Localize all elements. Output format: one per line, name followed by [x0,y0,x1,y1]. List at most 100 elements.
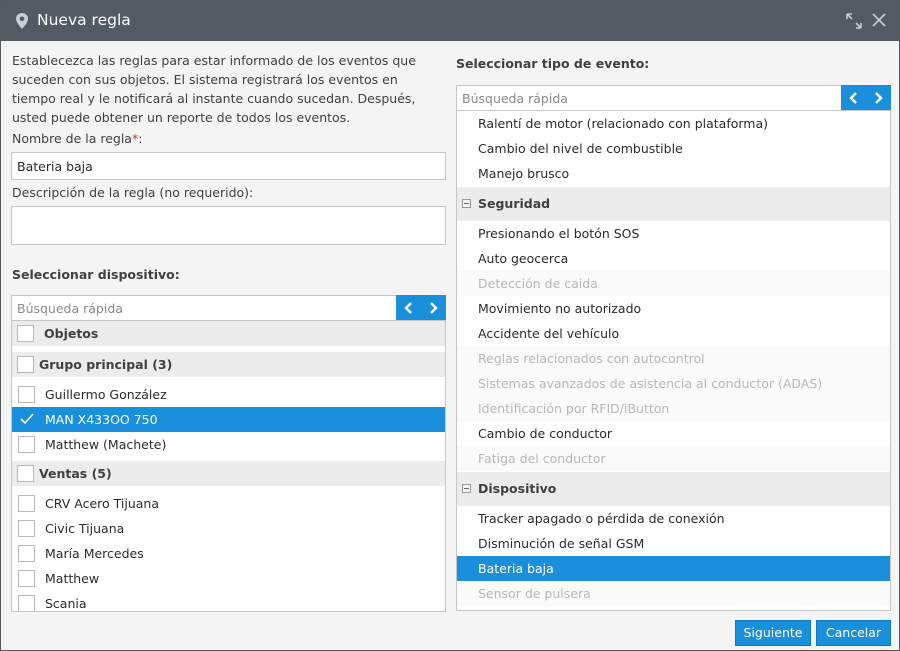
event-row[interactable]: Tracker apagado o pérdida de conexión [457,506,890,531]
event-label: Movimiento no autorizado [478,301,642,316]
device-list: Objetos Grupo principal (3) Guillermo Go… [11,320,446,612]
collapse-minus-icon[interactable] [462,199,471,208]
device-label: MAN X433OO 750 [45,412,158,427]
event-search-input[interactable] [457,86,842,110]
device-label: Guillermo González [45,387,167,402]
cancel-button[interactable]: Cancelar [816,620,891,646]
device-checkbox[interactable] [18,436,35,453]
event-label: Presionando el botón SOS [478,226,640,241]
device-checkbox[interactable] [18,545,35,562]
map-pin-icon [16,13,28,29]
device-row[interactable]: CRV Acero Tijuana [12,491,445,516]
event-label: Cambio de conductor [478,426,613,441]
event-row-disabled: Sensor de pulsera [457,581,890,606]
event-row[interactable]: Cambio de conductor [457,421,890,446]
maximize-icon[interactable] [846,13,862,29]
event-row-selected[interactable]: Bateria baja [457,556,890,581]
device-section-title: Seleccionar dispositivo: [12,267,180,282]
event-label: Sistemas avanzados de asistencia al cond… [478,376,823,391]
event-search [456,85,891,111]
event-row[interactable]: Cambio del nivel de combustible [457,136,890,161]
event-prev-button[interactable] [841,85,866,111]
event-row-disabled: Sistemas avanzados de asistencia al cond… [457,371,890,396]
event-label: Bateria baja [478,561,554,576]
device-row[interactable]: María Mercedes [12,541,445,566]
device-label: María Mercedes [45,546,144,561]
objects-header-label: Objetos [44,326,99,341]
event-label: Disminución de señal GSM [478,536,645,551]
event-label: Sensor de pulsera [478,586,591,601]
event-group-row[interactable]: Dispositivo [457,472,890,506]
device-search-input[interactable] [12,296,397,320]
group-checkbox[interactable] [17,465,34,482]
device-row[interactable]: Civic Tijuana [12,516,445,541]
event-row-disabled: Detección de caida [457,271,890,296]
event-list: Ralentí de motor (relacionado con plataf… [456,110,891,611]
group-checkbox[interactable] [17,356,34,373]
device-row-selected[interactable]: MAN X433OO 750 [12,407,445,432]
select-all-checkbox[interactable] [17,325,34,342]
chevron-left-icon [404,302,412,314]
device-checkbox[interactable] [18,595,35,611]
rule-description-input[interactable] [11,206,446,245]
device-nav-buttons [396,295,446,321]
device-checkbox[interactable] [18,570,35,587]
event-group-label: Seguridad [478,196,551,211]
intro-text: Establecezca las reglas para estar infor… [12,53,416,125]
event-group-label: Dispositivo [478,481,557,496]
event-row-disabled: Reglas relacionados con autocontrol [457,346,890,371]
event-label: Accidente del vehículo [478,326,620,341]
checkmark-icon[interactable] [20,413,34,425]
device-row[interactable]: Matthew [12,566,445,591]
chevron-right-icon [430,302,438,314]
device-checkbox[interactable] [18,495,35,512]
event-row[interactable]: Accidente del vehículo [457,321,890,346]
chevron-left-icon [849,92,857,104]
event-label: Identificación por RFID/iButton [478,401,670,416]
device-row[interactable]: Scania [12,591,445,611]
device-prev-button[interactable] [396,295,421,321]
device-list-header: Objetos [12,321,445,346]
device-label: Civic Tijuana [45,521,125,536]
device-row[interactable]: Matthew (Machete) [12,432,445,457]
event-row-disabled: Identificación por RFID/iButton [457,396,890,421]
device-label: Matthew (Machete) [45,437,167,452]
event-label: Tracker apagado o pérdida de conexión [478,511,725,526]
event-row[interactable]: Manejo brusco [457,161,890,186]
new-rule-dialog: Nueva regla Establecezca las reglas para… [0,0,900,651]
device-label: CRV Acero Tijuana [45,496,159,511]
event-row[interactable]: Presionando el botón SOS [457,221,890,246]
dialog-title: Nueva regla [37,11,131,29]
event-row[interactable]: Movimiento no autorizado [457,296,890,321]
event-row[interactable]: Auto geocerca [457,246,890,271]
device-search [11,295,446,321]
event-nav-buttons [841,85,891,111]
event-label: Ralentí de motor (relacionado con plataf… [478,116,769,131]
event-next-button[interactable] [866,85,891,111]
event-row-disabled: Fatiga del conductor [457,446,890,471]
event-row[interactable]: Disminución de señal GSM [457,531,890,556]
close-icon[interactable] [872,13,886,27]
rule-description-label: Descripción de la regla (no requerido): [12,185,254,200]
event-label: Manejo brusco [478,166,570,181]
event-label: Auto geocerca [478,251,569,266]
rule-name-input[interactable] [11,152,446,180]
event-label: Reglas relacionados con autocontrol [478,351,705,366]
device-group-label: Ventas (5) [39,466,112,481]
device-next-button[interactable] [421,295,446,321]
dialog-titlebar: Nueva regla [1,1,899,41]
device-row[interactable]: Guillermo González [12,382,445,407]
event-label: Detección de caida [478,276,598,291]
rule-name-label: Nombre de la regla*: [12,131,143,146]
device-group-row[interactable]: Ventas (5) [12,461,445,486]
collapse-minus-icon[interactable] [462,484,471,493]
event-row[interactable]: Ralentí de motor (relacionado con plataf… [457,111,890,136]
device-checkbox[interactable] [18,520,35,537]
next-button[interactable]: Siguiente [735,620,811,646]
event-label: Cambio del nivel de combustible [478,141,683,156]
event-group-row[interactable]: Seguridad [457,187,890,221]
device-checkbox[interactable] [18,386,35,403]
device-group-label: Grupo principal (3) [39,357,173,372]
device-group-row[interactable]: Grupo principal (3) [12,352,445,377]
event-label: Fatiga del conductor [478,451,606,466]
